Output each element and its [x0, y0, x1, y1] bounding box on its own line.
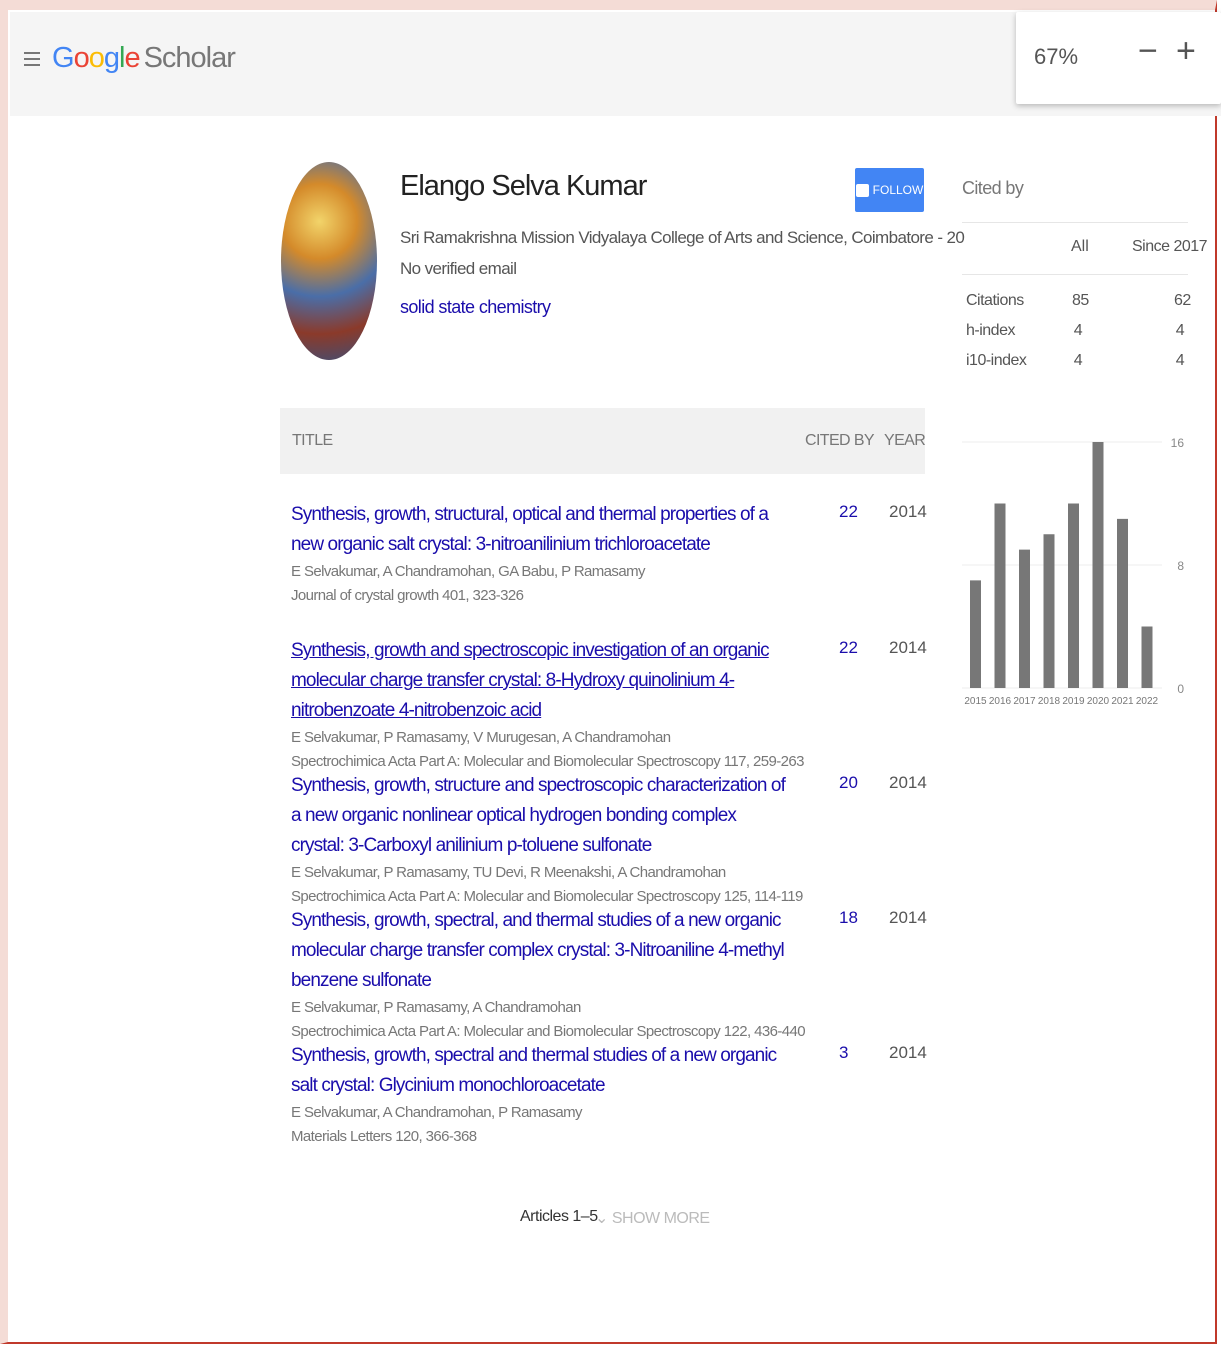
chart-bar[interactable] [1141, 626, 1153, 689]
stat-row: h-index 4 4 [966, 322, 1186, 350]
logo-letter: e [124, 42, 140, 74]
logo-letter: o [88, 42, 105, 74]
zoom-in-button[interactable]: + [1176, 32, 1196, 71]
stat-label-link[interactable]: i10-index [966, 352, 1027, 370]
chart-x-tick-label: 2021 [1111, 696, 1134, 707]
article-authors: E Selvakumar, A Chandramohan, P Ramasamy [291, 1104, 582, 1121]
articles-count: Articles 1–5 [520, 1208, 598, 1225]
article-authors: E Selvakumar, A Chandramohan, GA Babu, P… [291, 563, 645, 580]
article-year: 2014 [889, 1043, 927, 1062]
chart-y-tick-label: 16 [1171, 436, 1185, 450]
article-title-link[interactable]: Synthesis, growth and spectroscopic inve… [291, 636, 791, 726]
column-cited-by[interactable]: CITED BY [805, 432, 875, 450]
article-cited-by-link[interactable]: 3 [839, 1043, 848, 1063]
chart-bar[interactable] [1092, 442, 1104, 688]
article-venue: Materials Letters 120, 366-368 [291, 1128, 477, 1145]
profile-photo [281, 162, 377, 360]
chart-bar[interactable] [994, 503, 1006, 689]
article-title-link[interactable]: Synthesis, growth, structural, optical a… [291, 500, 791, 560]
stat-row: Citations 85 62 [966, 292, 1191, 320]
zoom-popup: 67% − + [1016, 12, 1221, 104]
stat-all: 85 [1072, 292, 1089, 309]
articles-table-header: TITLE CITED BY YEAR [280, 408, 926, 474]
divider [962, 274, 1188, 275]
article-year: 2014 [889, 908, 927, 927]
chart-y-tick-label: 8 [1177, 559, 1184, 573]
stat-label-link[interactable]: Citations [966, 292, 1024, 310]
logo-letter: g [103, 42, 120, 74]
article-cited-by-link[interactable]: 22 [839, 638, 858, 658]
chevron-down-icon: ⌄ [595, 1210, 612, 1227]
stat-since: 62 [1174, 292, 1191, 309]
article-title-link[interactable]: Synthesis, growth, spectral and thermal … [291, 1041, 791, 1101]
hamburger-menu-icon[interactable] [24, 52, 40, 68]
chart-x-tick-label: 2017 [1013, 696, 1036, 707]
article-authors: E Selvakumar, P Ramasamy, A Chandramohan [291, 999, 581, 1016]
follow-icon [855, 183, 869, 197]
article-authors: E Selvakumar, P Ramasamy, TU Devi, R Mee… [291, 864, 726, 881]
chart-x-tick-label: 2020 [1087, 696, 1110, 707]
chart-x-tick-label: 2018 [1038, 696, 1061, 707]
article-row: Synthesis, growth, structural, optical a… [291, 500, 927, 608]
article-cited-by-link[interactable]: 18 [839, 908, 858, 928]
article-row: Synthesis, growth, spectral, and thermal… [291, 906, 927, 1044]
profile-affiliation: Sri Ramakrishna Mission Vidyalaya Colleg… [400, 228, 965, 247]
stats-column-all: All [1071, 238, 1089, 255]
zoom-level: 67% [1034, 44, 1079, 69]
column-title[interactable]: TITLE [292, 432, 333, 450]
article-title-link[interactable]: Synthesis, growth, structure and spectro… [291, 771, 791, 861]
logo-letter: G [52, 42, 75, 74]
show-more-button[interactable]: ⌄ SHOW MORE [595, 1208, 710, 1228]
stat-all: 4 [1073, 322, 1083, 339]
chart-x-tick-label: 2016 [989, 696, 1012, 707]
chart-bar[interactable] [1068, 503, 1079, 689]
stat-all: 4 [1073, 352, 1083, 369]
article-row: Synthesis, growth, spectral and thermal … [291, 1041, 927, 1149]
stat-label-link[interactable]: h-index [966, 322, 1015, 340]
chart-bar[interactable] [1043, 534, 1055, 688]
divider [962, 222, 1188, 223]
follow-button[interactable]: FOLLOW [855, 168, 924, 212]
follow-label: FOLLOW [872, 183, 924, 197]
article-cited-by-link[interactable]: 20 [839, 773, 858, 793]
profile-email: No verified email [400, 259, 517, 278]
zoom-out-button[interactable]: − [1138, 32, 1158, 71]
chart-bar[interactable] [970, 580, 981, 688]
chart-x-tick-label: 2015 [964, 696, 987, 707]
cited-by-heading: Cited by [962, 178, 1024, 198]
citations-bar-chart: 16 8 0 2015 2016 2017 2018 2019 2020 2021 2022 [962, 436, 1185, 707]
profile-name: Elango Selva Kumar [400, 170, 647, 202]
chart-x-tick-label: 2019 [1062, 696, 1085, 707]
article-cited-by-link[interactable]: 22 [839, 502, 858, 522]
chart-x-tick-label: 2022 [1136, 696, 1159, 707]
article-row: Synthesis, growth, structure and spectro… [291, 771, 927, 909]
article-year: 2014 [889, 638, 927, 657]
article-title-link[interactable]: Synthesis, growth, spectral, and thermal… [291, 906, 791, 996]
show-more-label: SHOW MORE [611, 1210, 710, 1227]
article-row: Synthesis, growth and spectroscopic inve… [291, 636, 927, 774]
google-scholar-logo[interactable]: Google Scholar [52, 42, 236, 75]
article-year: 2014 [889, 502, 927, 521]
stat-since: 4 [1175, 352, 1185, 369]
stat-row: i10-index 4 4 [966, 352, 1186, 380]
chart-bar[interactable] [1019, 549, 1030, 688]
article-authors: E Selvakumar, P Ramasamy, V Murugesan, A… [291, 729, 671, 746]
profile-interest-link[interactable]: solid state chemistry [400, 297, 551, 318]
column-year[interactable]: YEAR [884, 432, 926, 450]
chart-y-tick-label: 0 [1177, 682, 1184, 696]
stats-column-since: Since 2017 [1132, 238, 1208, 255]
stat-since: 4 [1175, 322, 1185, 339]
chart-bar[interactable] [1117, 518, 1128, 688]
article-venue: Journal of crystal growth 401, 323-326 [291, 587, 524, 604]
logo-letter: o [73, 42, 90, 74]
logo-suffix: Scholar [143, 42, 236, 74]
article-year: 2014 [889, 773, 927, 792]
